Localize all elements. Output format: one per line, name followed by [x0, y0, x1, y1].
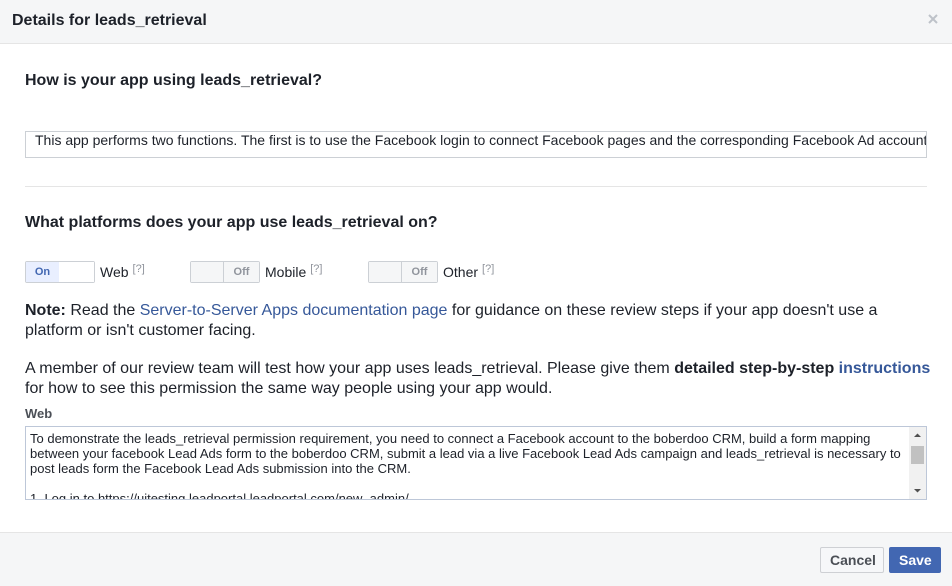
mobile-label: Mobile	[265, 264, 307, 280]
cancel-button[interactable]: Cancel	[820, 547, 884, 573]
usage-answer-input[interactable]: This app performs two functions. The fir…	[25, 131, 927, 158]
other-label: Other	[443, 264, 479, 280]
instructions-line: 1. Log in to https://uitesting.leadporta…	[30, 491, 409, 500]
dialog-title: Details for leads_retrieval	[12, 12, 207, 29]
note-paragraph: Note: Read the Server-to-Server Apps doc…	[25, 301, 935, 341]
help-icon[interactable]: [?]	[310, 263, 322, 275]
help-icon[interactable]: [?]	[133, 263, 145, 275]
review-bold: detailed step-by-step	[674, 360, 835, 377]
usage-question: How is your app using leads_retrieval?	[25, 72, 322, 89]
platform-mobile: Off Mobile [?]	[190, 261, 322, 283]
save-button[interactable]: Save	[889, 547, 941, 573]
mobile-toggle[interactable]: Off	[190, 261, 260, 283]
platform-other: Off Other [?]	[368, 261, 494, 283]
toggle-on-label: On	[26, 262, 60, 282]
review-paragraph: A member of our review team will test ho…	[25, 359, 935, 399]
details-dialog: Details for leads_retrieval How is your …	[0, 0, 952, 586]
scroll-up-icon[interactable]	[909, 427, 926, 444]
dialog-footer: Cancel Save	[0, 532, 952, 586]
web-instructions-text: To demonstrate the leads_retrieval permi…	[30, 431, 906, 500]
web-toggle[interactable]: On	[25, 261, 95, 283]
close-icon[interactable]	[926, 12, 940, 26]
scroll-down-icon[interactable]	[909, 482, 926, 499]
help-icon[interactable]: [?]	[482, 263, 494, 275]
review-text-pre: A member of our review team will test ho…	[25, 360, 675, 377]
instructions-link[interactable]: instructions	[839, 360, 931, 377]
other-toggle[interactable]: Off	[368, 261, 438, 283]
divider	[25, 186, 927, 187]
web-instructions-textarea[interactable]: To demonstrate the leads_retrieval permi…	[25, 426, 927, 500]
note-text-pre: Read the	[65, 302, 140, 319]
web-section-label: Web	[25, 406, 53, 421]
note-label: Note:	[25, 302, 66, 319]
review-text-post: for how to see this permission the same …	[25, 380, 553, 397]
scroll-thumb[interactable]	[911, 446, 924, 464]
textarea-scrollbar[interactable]	[909, 427, 926, 499]
instructions-line: To demonstrate the leads_retrieval permi…	[30, 431, 901, 476]
web-label: Web	[100, 264, 129, 280]
dialog-header: Details for leads_retrieval	[0, 0, 952, 44]
server-to-server-docs-link[interactable]: Server-to-Server Apps documentation page	[140, 302, 448, 319]
platforms-question: What platforms does your app use leads_r…	[25, 214, 438, 231]
platform-web: On Web [?]	[25, 261, 145, 283]
toggle-off-label: Off	[223, 262, 259, 282]
platform-toggles: On Web [?] Off Mobile [?] Off Other [?]	[25, 261, 927, 283]
toggle-off-label: Off	[401, 262, 437, 282]
